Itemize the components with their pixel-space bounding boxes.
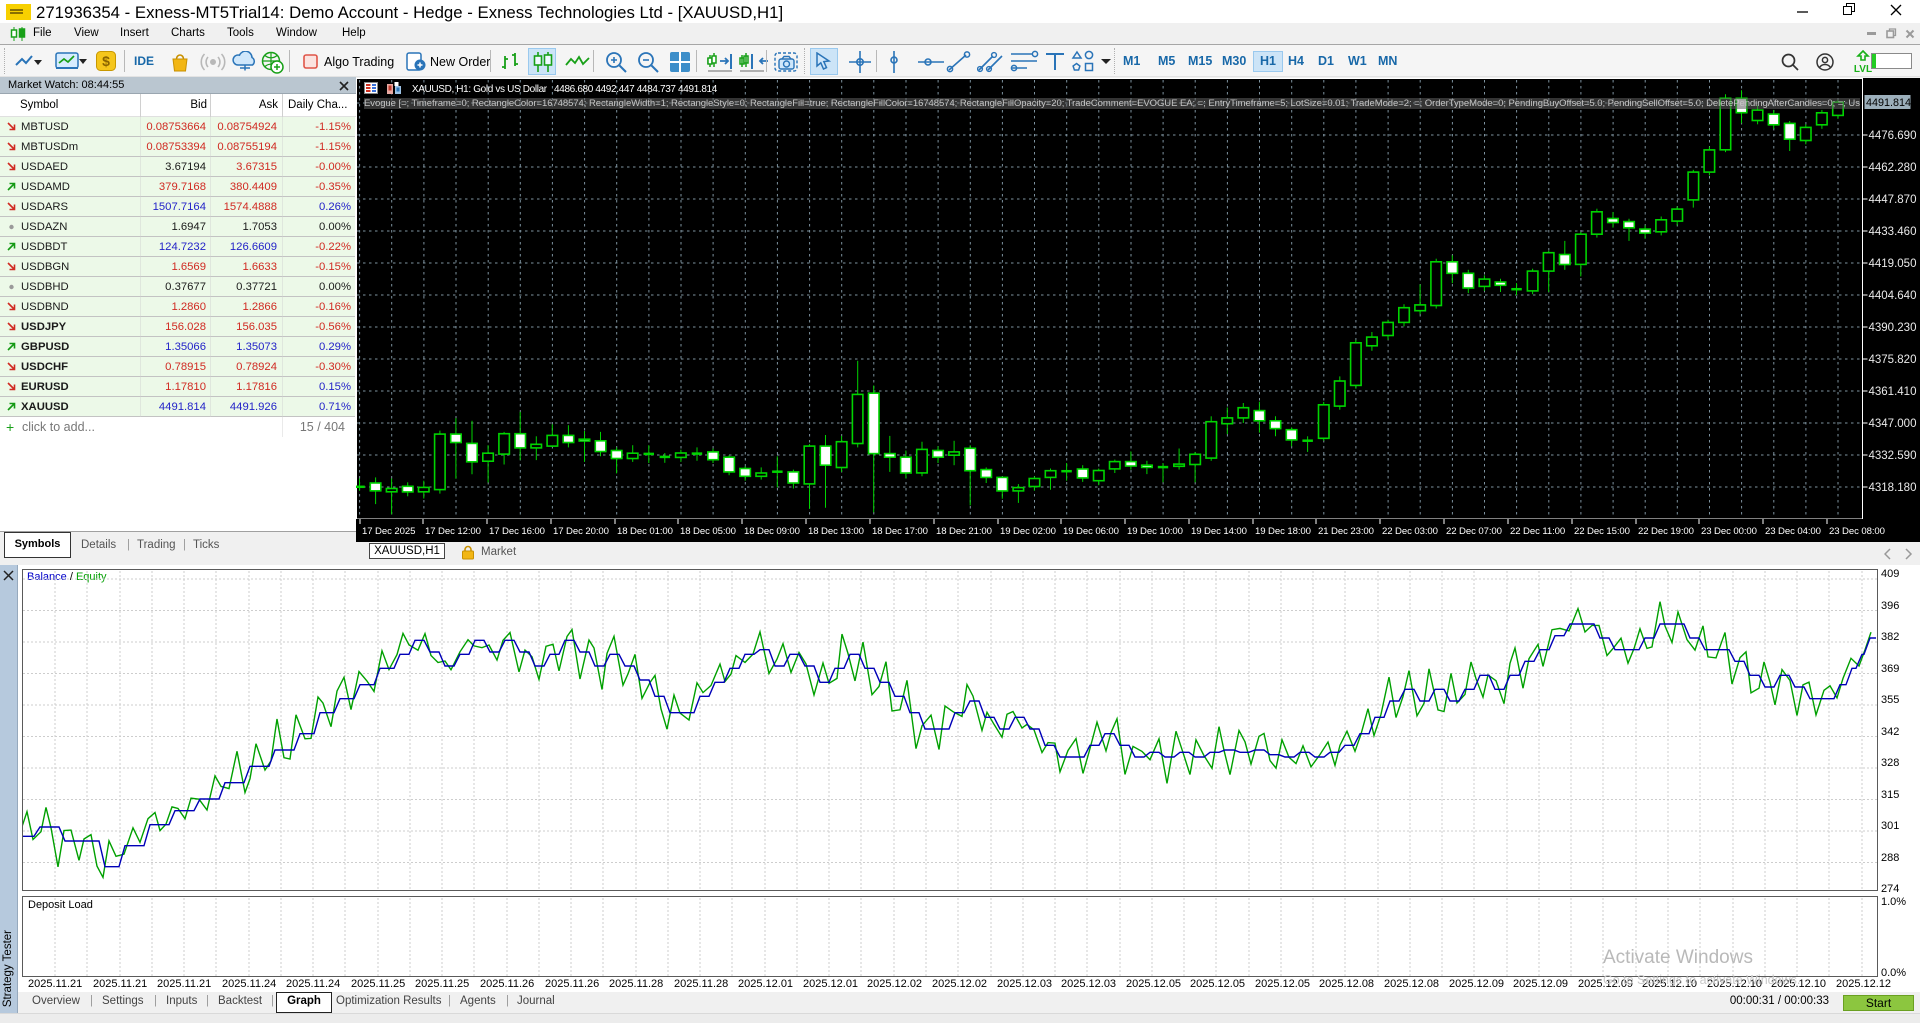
svg-text:4419.050: 4419.050: [1869, 258, 1917, 270]
svg-text:4447.870: 4447.870: [1869, 194, 1917, 206]
svg-text:19 Dec 10:00: 19 Dec 10:00: [1127, 526, 1183, 537]
svg-text:18 Dec 09:00: 18 Dec 09:00: [744, 526, 800, 537]
svg-text:22 Dec 07:00: 22 Dec 07:00: [1446, 526, 1502, 537]
svg-text:22 Dec 11:00: 22 Dec 11:00: [1510, 526, 1565, 537]
svg-text:LVL: LVL: [1854, 64, 1872, 75]
svg-text:19 Dec 02:00: 19 Dec 02:00: [1000, 526, 1056, 537]
svg-text:4361.410: 4361.410: [1869, 386, 1917, 398]
svg-text:4390.230: 4390.230: [1869, 322, 1917, 334]
svg-text:4318.180: 4318.180: [1869, 482, 1917, 494]
svg-text:$: $: [102, 53, 110, 69]
svg-text:17 Dec 12:00: 17 Dec 12:00: [425, 526, 481, 537]
svg-text:4332.590: 4332.590: [1869, 450, 1917, 462]
svg-text:4476.690: 4476.690: [1869, 130, 1917, 142]
svg-text:4375.820: 4375.820: [1869, 354, 1917, 366]
svg-text:17 Dec 20:00: 17 Dec 20:00: [553, 526, 609, 537]
svg-text:18 Dec 13:00: 18 Dec 13:00: [808, 526, 864, 537]
svg-text:18 Dec 17:00: 18 Dec 17:00: [872, 526, 928, 537]
svg-text:22 Dec 19:00: 22 Dec 19:00: [1638, 526, 1694, 537]
svg-text:19 Dec 06:00: 19 Dec 06:00: [1063, 526, 1119, 537]
svg-text:18 Dec 01:00: 18 Dec 01:00: [617, 526, 673, 537]
svg-text:18 Dec 21:00: 18 Dec 21:00: [936, 526, 992, 537]
svg-text:19 Dec 14:00: 19 Dec 14:00: [1191, 526, 1247, 537]
svg-text:18 Dec 05:00: 18 Dec 05:00: [680, 526, 736, 537]
svg-text:23 Dec 08:00: 23 Dec 08:00: [1829, 526, 1885, 537]
svg-text:17 Dec 2025: 17 Dec 2025: [362, 526, 415, 537]
svg-text:21 Dec 23:00: 21 Dec 23:00: [1318, 526, 1374, 537]
svg-text:23 Dec 04:00: 23 Dec 04:00: [1765, 526, 1821, 537]
svg-text:4404.640: 4404.640: [1869, 290, 1917, 302]
svg-text:23 Dec 00:00: 23 Dec 00:00: [1701, 526, 1757, 537]
svg-text:4347.000: 4347.000: [1869, 418, 1917, 430]
svg-text:22 Dec 03:00: 22 Dec 03:00: [1382, 526, 1438, 537]
svg-text:4433.460: 4433.460: [1869, 226, 1917, 238]
svg-text:17 Dec 16:00: 17 Dec 16:00: [489, 526, 545, 537]
svg-text:4491.814: 4491.814: [1866, 97, 1911, 109]
svg-text:22 Dec 15:00: 22 Dec 15:00: [1574, 526, 1630, 537]
svg-text:19 Dec 18:00: 19 Dec 18:00: [1255, 526, 1311, 537]
svg-text:4462.280: 4462.280: [1869, 162, 1917, 174]
